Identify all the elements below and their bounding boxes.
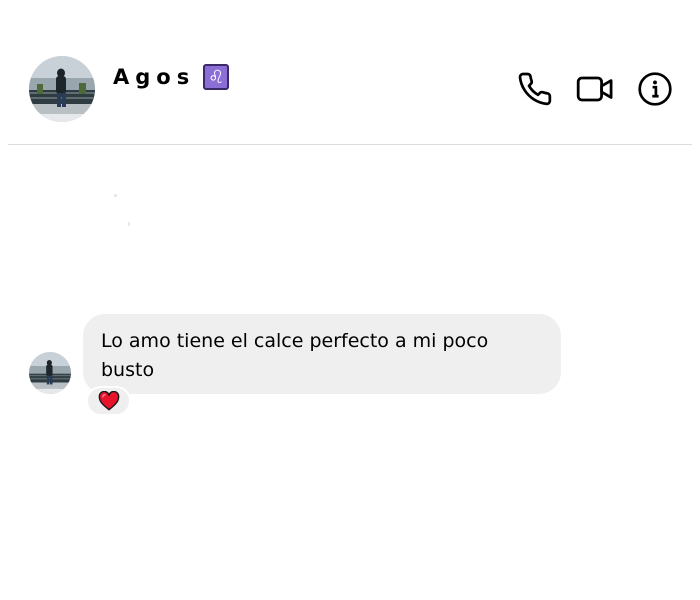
phone-icon [518,72,552,106]
contact-avatar[interactable] [29,56,95,122]
faint-artifact [114,194,117,197]
conversation-info-button[interactable] [636,70,674,108]
message-text: Lo amo tiene el calce perfecto a mi poco… [101,330,489,381]
voice-call-button[interactable] [516,70,554,108]
message-thread[interactable]: Lo amo tiene el calce perfecto a mi poco… [0,145,700,600]
dm-chat-window: Agos ♌ Lo amo tiene el calce perfecto a … [0,0,700,600]
leo-zodiac-icon: ♌ [203,64,230,90]
video-call-button[interactable] [576,70,614,108]
faint-artifact [128,222,130,226]
contact-name-row[interactable]: Agos ♌ [113,64,230,90]
heart-icon [98,391,119,411]
avatar-photo [29,352,71,394]
sender-avatar[interactable] [29,352,71,394]
message-bubble[interactable]: Lo amo tiene el calce perfecto a mi poco… [83,314,561,394]
chat-header: Agos ♌ [0,0,700,145]
avatar-photo [29,56,95,122]
contact-name: Agos [113,65,196,89]
video-camera-icon [576,76,613,102]
info-icon [638,72,672,106]
message-reaction[interactable] [86,386,131,416]
